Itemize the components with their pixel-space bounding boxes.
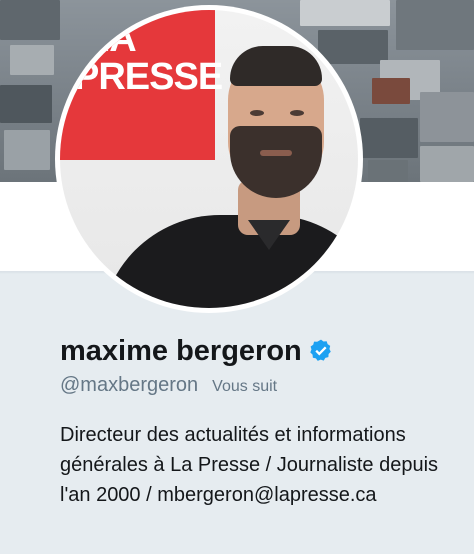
verified-badge-icon[interactable] <box>308 338 334 364</box>
avatar-photo: LA PRESSE <box>60 10 358 308</box>
person-eye <box>250 110 264 116</box>
cover-building <box>10 45 54 75</box>
handle-row: @maxbergeron Vous suit <box>60 374 277 397</box>
cover-building <box>368 160 408 182</box>
person-eye <box>290 110 304 116</box>
cover-building <box>300 0 390 26</box>
logo-text-presse: PRESSE <box>74 56 223 98</box>
cover-building <box>420 92 474 142</box>
profile-name[interactable]: maxime bergeron <box>60 334 302 368</box>
cover-building <box>420 146 474 182</box>
cover-building <box>318 30 388 64</box>
profile-header: LA PRESSE maxime bergeron @maxbergeron V… <box>0 0 474 554</box>
person-hair <box>230 46 322 86</box>
cover-building <box>372 78 410 104</box>
follows-you-badge: Vous suit <box>212 378 278 395</box>
name-row: maxime bergeron <box>60 334 334 368</box>
cover-building <box>0 0 60 40</box>
cover-building <box>396 0 474 50</box>
avatar[interactable]: LA PRESSE <box>55 5 363 313</box>
person-shoulders <box>100 215 358 308</box>
la-presse-logo: LA PRESSE <box>60 10 223 160</box>
profile-bio: Directeur des actualités et informations… <box>60 424 439 506</box>
person-mouth <box>260 150 292 156</box>
profile-handle[interactable]: @maxbergeron <box>60 374 198 397</box>
cover-building <box>0 85 52 123</box>
cover-building <box>360 118 418 158</box>
logo-text-la: LA <box>86 18 137 60</box>
cover-building <box>4 130 50 170</box>
